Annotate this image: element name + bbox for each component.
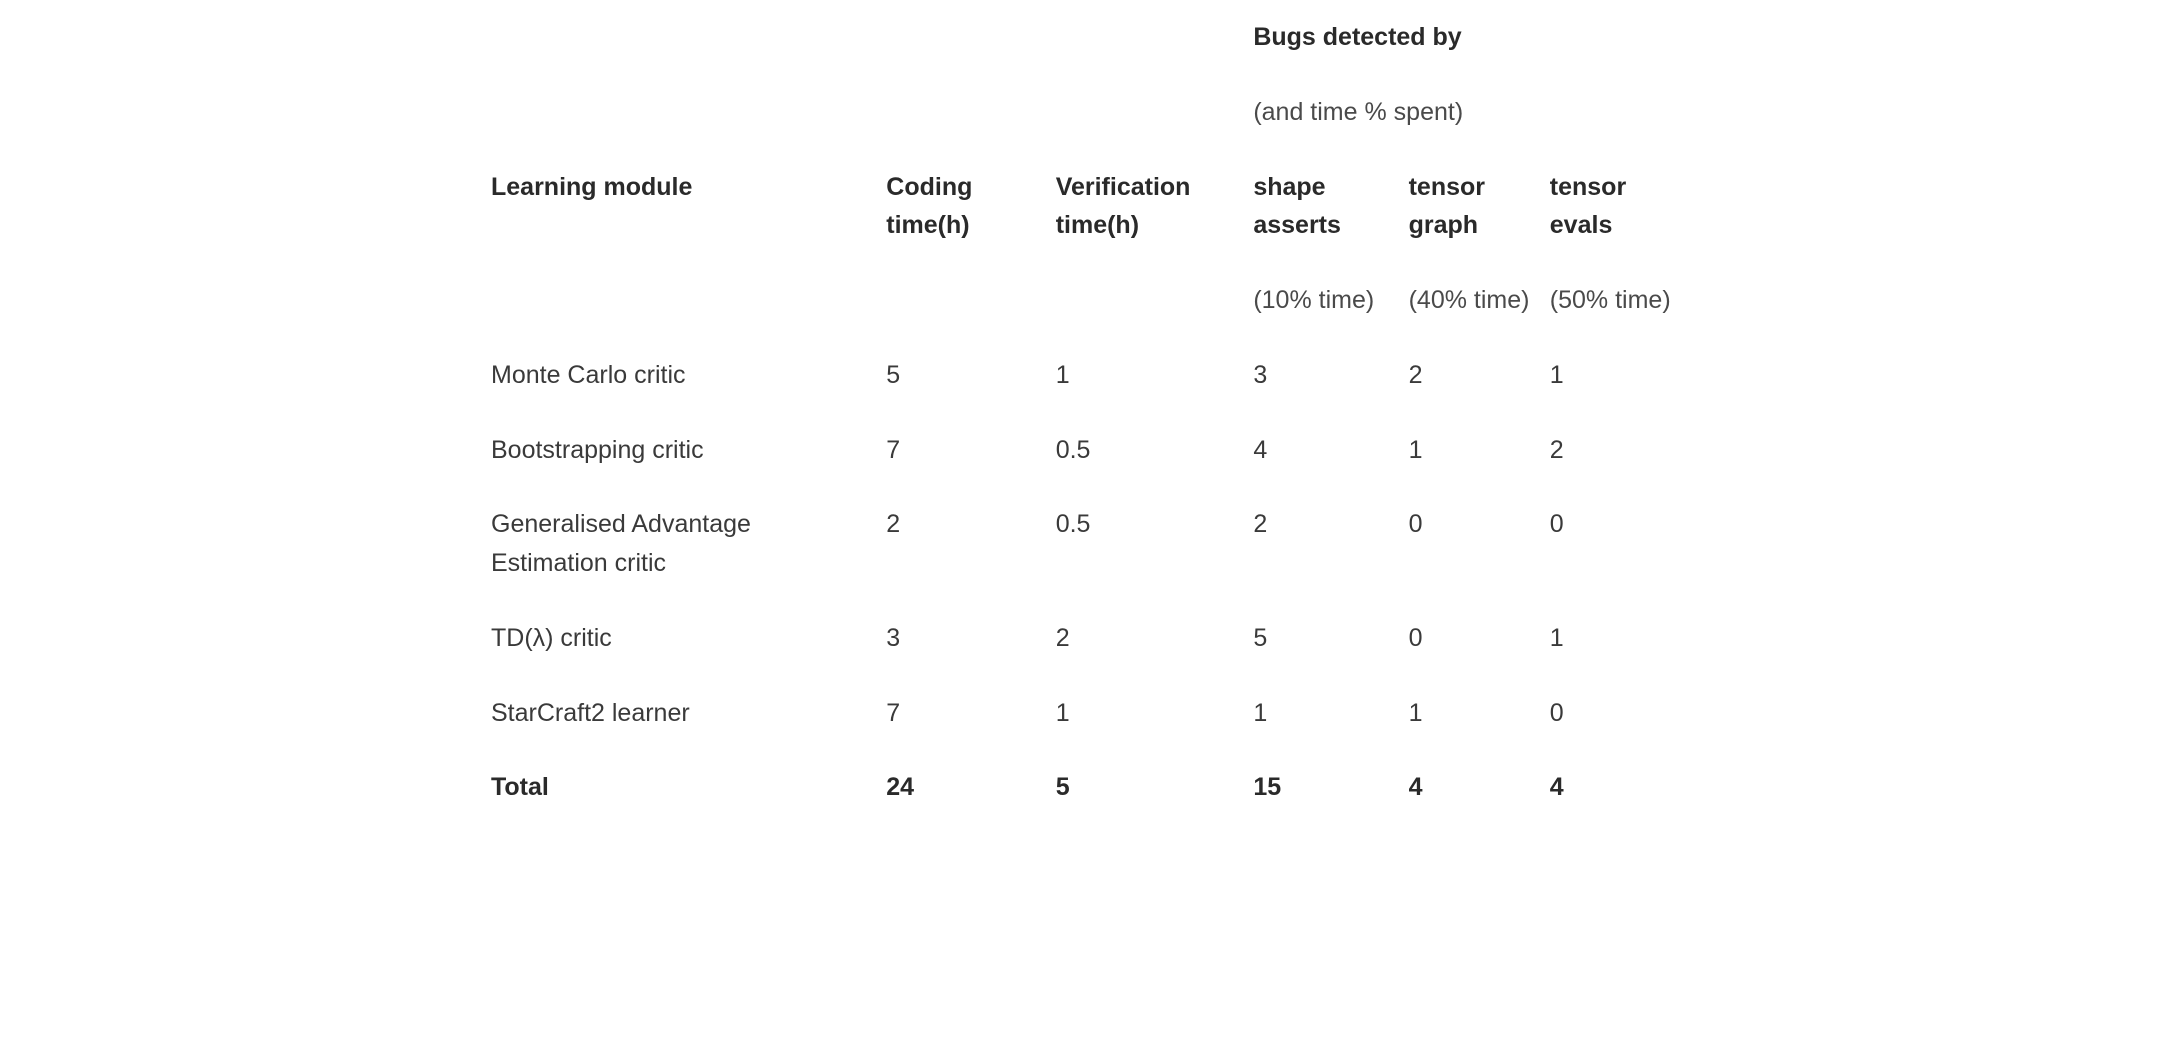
cell-evals: 1 (1540, 338, 1681, 413)
cell-coding: 5 (876, 338, 1045, 413)
cell-coding: 7 (876, 676, 1045, 751)
bugs-subheader: (and time % spent) (1243, 75, 1681, 150)
col-header-coding: Coding time(h) (876, 150, 1045, 264)
cell-module: Bootstrapping critic (481, 413, 876, 488)
time-pct-shape: (10% time) (1243, 263, 1398, 338)
super-header-row: Bugs detected by (481, 0, 1681, 75)
cell-evals: 2 (1540, 413, 1681, 488)
cell-verif: 0.5 (1046, 487, 1244, 601)
time-pct-graph: (40% time) (1399, 263, 1540, 338)
time-pct-evals: (50% time) (1540, 263, 1681, 338)
cell-shape-total: 15 (1243, 750, 1398, 825)
col-header-graph: tensor graph (1399, 150, 1540, 264)
cell-module: Generalised Advantage Estimation critic (481, 487, 876, 601)
cell-shape: 4 (1243, 413, 1398, 488)
col-header-verif: Verification time(h) (1046, 150, 1244, 264)
table-row: Bootstrapping critic 7 0.5 4 1 2 (481, 413, 1681, 488)
cell-module: StarCraft2 learner (481, 676, 876, 751)
sub-header-row: (and time % spent) (481, 75, 1681, 150)
table-row: TD(λ) critic 3 2 5 0 1 (481, 601, 1681, 676)
column-header-row: Learning module Coding time(h) Verificat… (481, 150, 1681, 264)
cell-graph-total: 4 (1399, 750, 1540, 825)
cell-shape: 1 (1243, 676, 1398, 751)
cell-verif: 1 (1046, 338, 1244, 413)
col-header-shape: shape asserts (1243, 150, 1398, 264)
time-pct-row: (10% time) (40% time) (50% time) (481, 263, 1681, 338)
cell-verif: 1 (1046, 676, 1244, 751)
cell-coding: 3 (876, 601, 1045, 676)
table-row: Monte Carlo critic 5 1 3 2 1 (481, 338, 1681, 413)
cell-verif-total: 5 (1046, 750, 1244, 825)
cell-shape: 3 (1243, 338, 1398, 413)
total-row: Total 24 5 15 4 4 (481, 750, 1681, 825)
cell-module: Monte Carlo critic (481, 338, 876, 413)
cell-coding: 7 (876, 413, 1045, 488)
bugs-header: Bugs detected by (1243, 0, 1681, 75)
cell-shape: 2 (1243, 487, 1398, 601)
cell-graph: 2 (1399, 338, 1540, 413)
cell-graph: 0 (1399, 601, 1540, 676)
table-container: Bugs detected by (and time % spent) Lear… (281, 0, 1881, 825)
cell-evals: 0 (1540, 487, 1681, 601)
cell-shape: 5 (1243, 601, 1398, 676)
cell-coding-total: 24 (876, 750, 1045, 825)
cell-graph: 0 (1399, 487, 1540, 601)
cell-evals: 0 (1540, 676, 1681, 751)
bugs-table: Bugs detected by (and time % spent) Lear… (481, 0, 1681, 825)
table-row: Generalised Advantage Estimation critic … (481, 487, 1681, 601)
col-header-module: Learning module (481, 150, 876, 264)
cell-coding: 2 (876, 487, 1045, 601)
cell-verif: 2 (1046, 601, 1244, 676)
cell-evals-total: 4 (1540, 750, 1681, 825)
cell-evals: 1 (1540, 601, 1681, 676)
cell-graph: 1 (1399, 413, 1540, 488)
cell-module: TD(λ) critic (481, 601, 876, 676)
col-header-evals: tensor evals (1540, 150, 1681, 264)
cell-graph: 1 (1399, 676, 1540, 751)
cell-module-total: Total (481, 750, 876, 825)
table-row: StarCraft2 learner 7 1 1 1 0 (481, 676, 1681, 751)
cell-verif: 0.5 (1046, 413, 1244, 488)
